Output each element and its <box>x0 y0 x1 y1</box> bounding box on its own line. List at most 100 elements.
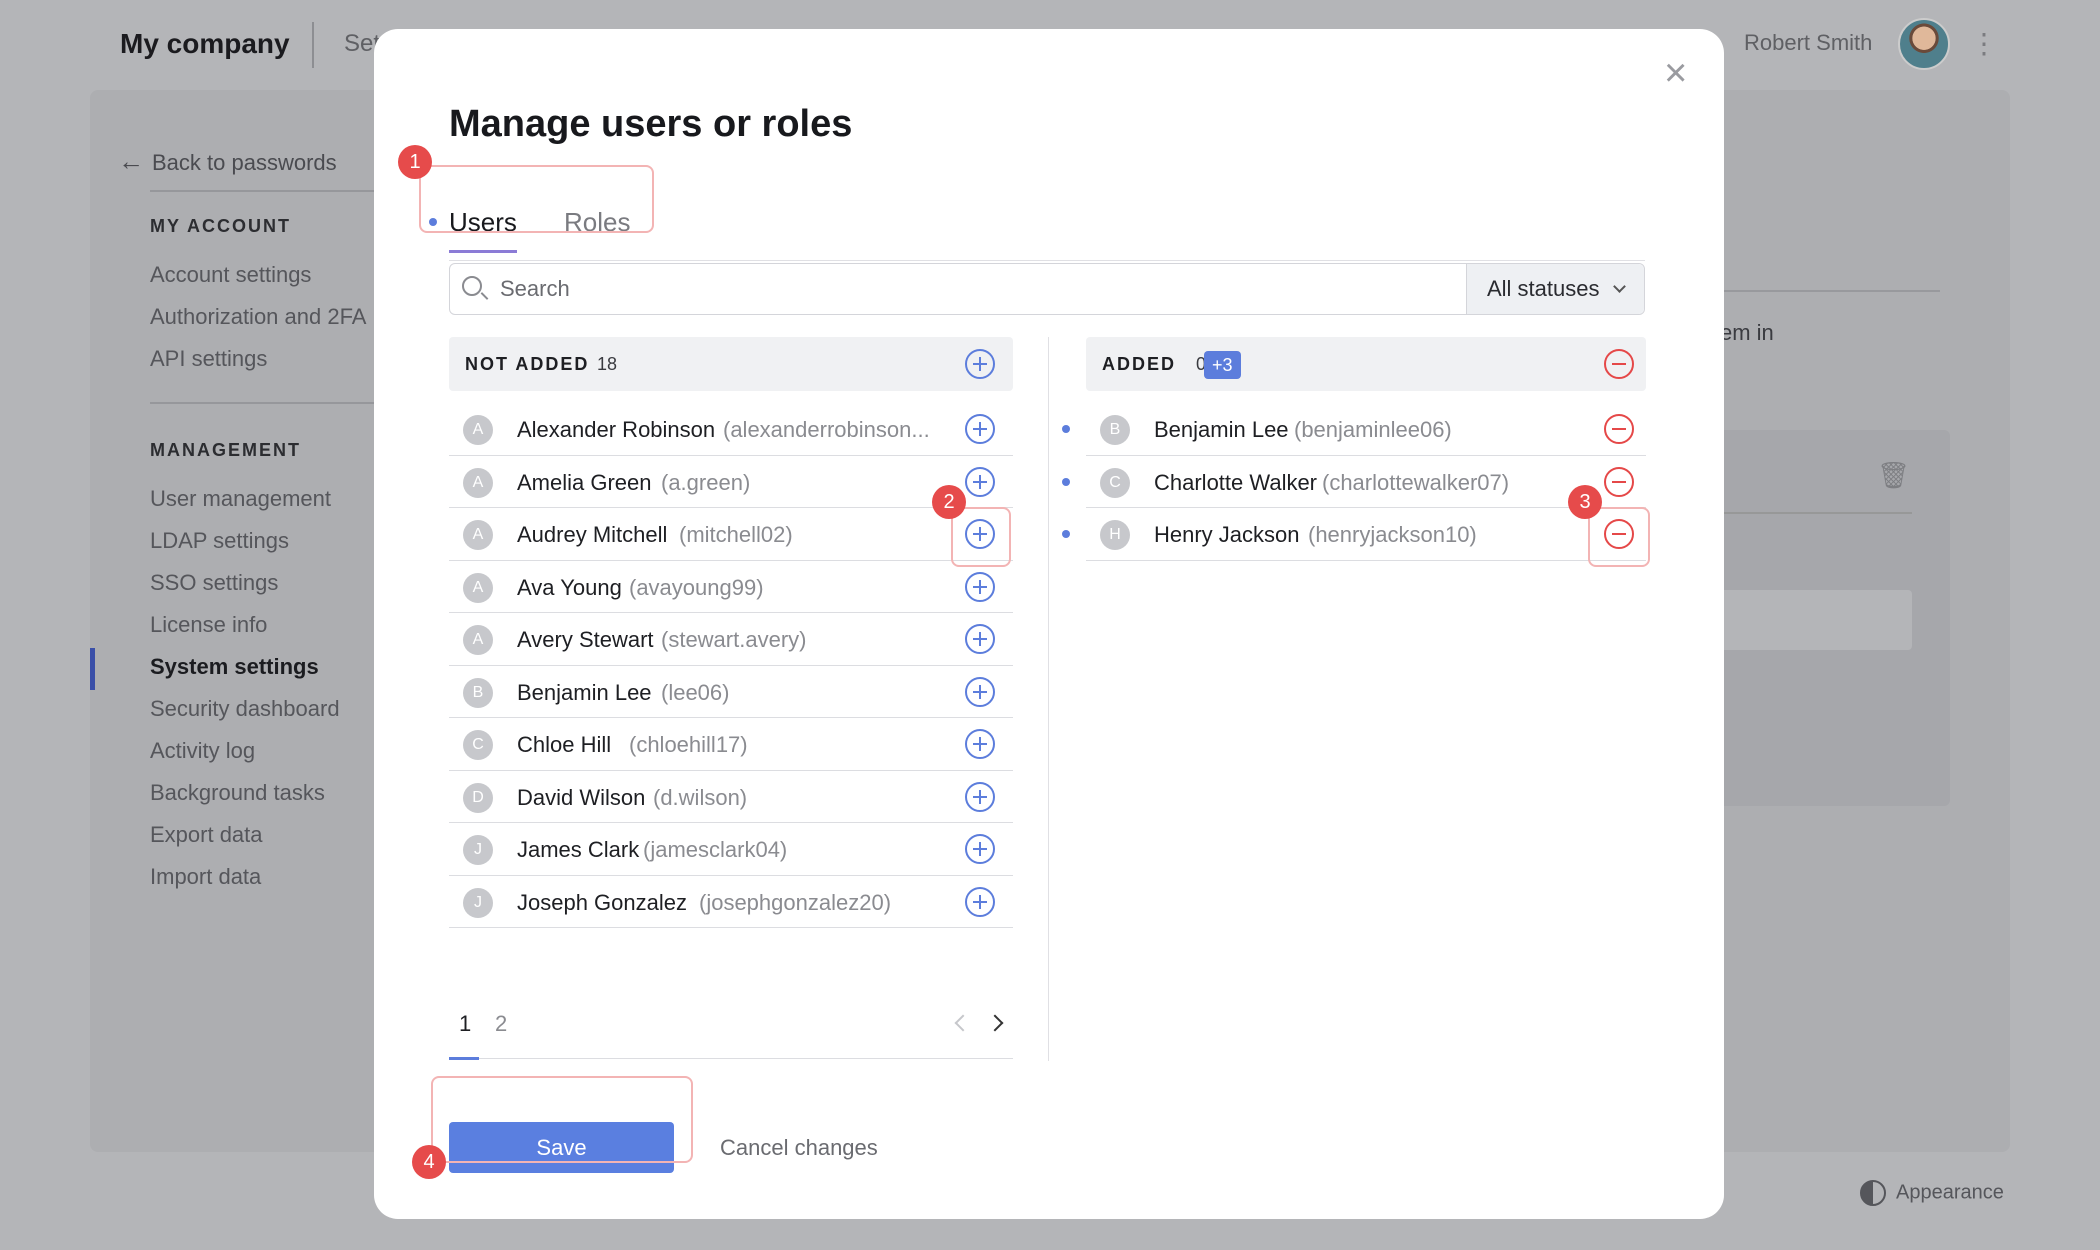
sidebar-divider <box>150 402 410 404</box>
status-filter-value: All statuses <box>1487 276 1600 301</box>
callout-badge-2: 2 <box>932 485 966 519</box>
added-header: ADDED 0 +3 <box>1086 337 1646 391</box>
user-name: Benjamin Lee <box>517 679 652 705</box>
panel-divider <box>1702 512 1912 514</box>
list-item: J Joseph Gonzalez (josephgonzalez20) <box>449 876 1013 928</box>
user-login: (josephgonzalez20) <box>699 889 892 915</box>
user-avatar[interactable] <box>1898 18 1950 70</box>
avatar: A <box>463 415 493 445</box>
more-menu-icon[interactable]: ⋮ <box>1970 30 1998 58</box>
list-item: A Audrey Mitchell (mitchell02) <box>449 508 1013 561</box>
user-name: Avery Stewart <box>517 627 654 652</box>
add-user-icon[interactable] <box>965 624 995 654</box>
user-name: Audrey Mitchell <box>517 522 668 547</box>
status-filter-select[interactable]: All statuses <box>1466 264 1644 314</box>
pending-dot <box>1062 477 1070 486</box>
list-item: A Amelia Green (a.green) <box>449 456 1013 508</box>
sidebar-item-import-data[interactable]: Import data <box>150 864 261 890</box>
user-login: (a.green) <box>661 469 751 495</box>
add-user-icon[interactable] <box>965 466 995 497</box>
remove-user-icon[interactable] <box>1604 466 1634 497</box>
callout-badge-4: 4 <box>412 1145 446 1179</box>
callout-frame-add <box>951 507 1011 567</box>
manage-users-modal: × Manage users or roles Users Roles All … <box>374 29 1724 1219</box>
avatar: B <box>463 677 493 708</box>
add-user-icon[interactable] <box>965 834 995 864</box>
remove-user-icon[interactable] <box>1604 414 1634 444</box>
current-page-indicator <box>449 1057 479 1060</box>
sidebar-item-sso-settings[interactable]: SSO settings <box>150 570 278 596</box>
user-name: Chloe Hill <box>517 732 612 757</box>
added-list: B Benjamin Lee (benjaminlee06) C Charlot… <box>1062 403 1646 561</box>
sidebar-item-activity-log[interactable]: Activity log <box>150 738 255 764</box>
user-login: (alexanderrobinson... <box>723 417 930 442</box>
list-item: H Henry Jackson (henryjackson10) <box>1062 508 1646 561</box>
user-login: (benjaminlee06) <box>1294 417 1452 442</box>
chevron-left-icon[interactable] <box>954 1014 972 1032</box>
sidebar-item-system-settings[interactable]: System settings <box>150 654 319 680</box>
pending-dot <box>1062 425 1070 433</box>
sidebar-item-export-data[interactable]: Export data <box>150 822 263 848</box>
sidebar-item-api-settings[interactable]: API settings <box>150 346 267 372</box>
sidebar-item-ldap-settings[interactable]: LDAP settings <box>150 528 289 554</box>
user-login: (henryjackson10) <box>1308 522 1477 547</box>
close-icon[interactable]: × <box>1664 53 1687 93</box>
modal-title: Manage users or roles <box>449 103 853 145</box>
add-user-icon[interactable] <box>965 729 995 759</box>
search-input[interactable] <box>500 264 1400 314</box>
user-login: (charlottewalker07) <box>1322 469 1510 495</box>
sidebar-item-background-tasks[interactable]: Background tasks <box>150 780 325 806</box>
appearance-label: Appearance <box>1896 1181 2004 1204</box>
back-to-passwords-link[interactable]: ← Back to passwords <box>118 146 337 177</box>
add-all-icon[interactable] <box>965 349 995 379</box>
list-item: C Chloe Hill (chloehill17) <box>449 718 1013 771</box>
pagination: 1 2 <box>449 999 1013 1060</box>
added-column: ADDED 0 +3 B Benjamin Lee (benjaminlee06… <box>1062 337 1646 561</box>
not-added-title: NOT ADDED <box>465 354 590 374</box>
not-added-count: 18 <box>597 354 618 374</box>
user-login: (jamesclark04) <box>643 837 788 862</box>
list-item: D David Wilson (d.wilson) <box>449 771 1013 823</box>
content-divider <box>1710 290 1940 292</box>
add-user-icon[interactable] <box>965 571 995 602</box>
user-name: James Clark <box>517 837 640 862</box>
list-item: C Charlotte Walker (charlottewalker07) <box>1062 456 1646 508</box>
add-user-icon[interactable] <box>965 414 995 444</box>
search-icon <box>462 276 482 296</box>
sidebar-item-account-settings[interactable]: Account settings <box>150 262 311 288</box>
trash-icon[interactable]: 🗑 <box>1877 460 1910 491</box>
sidebar-item-user-management[interactable]: User management <box>150 486 331 512</box>
page-1[interactable]: 1 <box>459 1011 471 1037</box>
management-heading: MANAGEMENT <box>150 440 301 460</box>
panel-field[interactable] <box>1702 590 1912 650</box>
cancel-changes-link[interactable]: Cancel changes <box>720 1135 878 1161</box>
avatar: H <box>1100 520 1130 550</box>
sidebar-item-license-info[interactable]: License info <box>150 612 267 638</box>
sidebar-item-security-dashboard[interactable]: Security dashboard <box>150 696 340 722</box>
page-2[interactable]: 2 <box>495 1011 507 1037</box>
my-account-heading: MY ACCOUNT <box>150 216 291 236</box>
active-indicator <box>90 648 95 690</box>
content-panel: 🗑 <box>1702 430 1950 806</box>
avatar: J <box>463 835 493 865</box>
avatar: B <box>1100 415 1130 445</box>
list-item: A Avery Stewart (stewart.avery) <box>449 613 1013 666</box>
current-user-name[interactable]: Robert Smith <box>1744 30 1872 56</box>
add-user-icon[interactable] <box>965 886 995 917</box>
sidebar-item-authorization-2fa[interactable]: Authorization and 2FA <box>150 304 366 330</box>
not-added-column: NOT ADDED 18 A Alexander Robinson (alexa… <box>449 337 1013 928</box>
appearance-toggle[interactable]: Appearance <box>1860 1180 2004 1206</box>
company-name: My company <box>120 28 290 59</box>
list-item: A Alexander Robinson (alexanderrobinson.… <box>449 403 1013 456</box>
add-user-icon[interactable] <box>965 781 995 812</box>
back-link-label: Back to passwords <box>152 150 337 175</box>
sidebar-divider <box>150 190 410 192</box>
user-login: (mitchell02) <box>679 522 793 547</box>
avatar: C <box>1100 467 1130 498</box>
add-user-icon[interactable] <box>965 676 995 707</box>
list-item: A Ava Young (avayoung99) <box>449 561 1013 613</box>
pending-count-badge: +3 <box>1204 351 1241 379</box>
chevron-right-icon[interactable] <box>986 1014 1004 1032</box>
remove-all-icon[interactable] <box>1604 349 1634 379</box>
search-bar: All statuses <box>449 263 1645 315</box>
